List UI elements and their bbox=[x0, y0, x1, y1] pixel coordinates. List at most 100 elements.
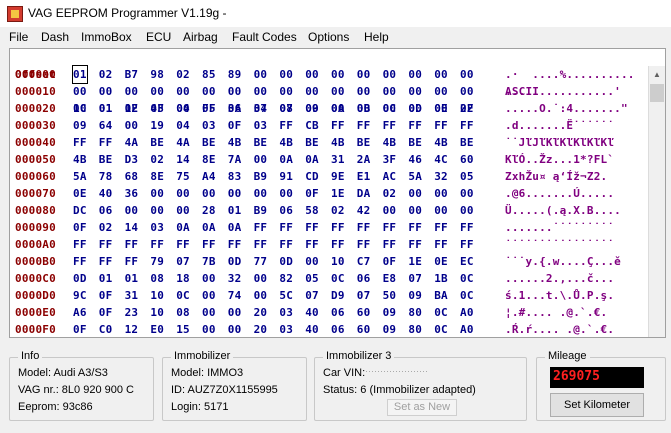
menu-immobox[interactable]: ImmoBox bbox=[81, 30, 132, 44]
hex-byte[interactable]: 28 bbox=[202, 202, 216, 219]
hex-byte[interactable]: 00 bbox=[460, 66, 474, 83]
hex-byte[interactable]: 1B bbox=[434, 270, 448, 287]
hex-byte[interactable]: 02 bbox=[99, 219, 113, 236]
hex-byte[interactable]: FF bbox=[279, 117, 293, 134]
hex-byte[interactable]: 80 bbox=[408, 304, 422, 321]
menu-fault-codes[interactable]: Fault Codes bbox=[232, 30, 297, 44]
hex-byte[interactable]: 03 bbox=[279, 304, 293, 321]
hex-byte[interactable]: 3A bbox=[228, 100, 242, 117]
hex-byte[interactable]: 00 bbox=[434, 100, 448, 117]
hex-byte[interactable]: 0C bbox=[434, 304, 448, 321]
hex-byte[interactable]: 00 bbox=[125, 117, 139, 134]
hex-byte[interactable]: 03 bbox=[202, 117, 216, 134]
hex-byte[interactable]: FF bbox=[73, 253, 87, 270]
hex-byte[interactable]: BA bbox=[434, 287, 448, 304]
hex-byte[interactable]: FF bbox=[99, 253, 113, 270]
hex-byte[interactable]: 4F bbox=[150, 100, 164, 117]
hex-byte[interactable]: 89 bbox=[228, 66, 242, 83]
hex-byte[interactable]: 5C bbox=[279, 287, 293, 304]
hex-byte[interactable]: 07 bbox=[176, 253, 190, 270]
hex-byte[interactable]: 19 bbox=[150, 117, 164, 134]
scroll-thumb[interactable] bbox=[650, 84, 664, 102]
hex-byte[interactable]: 00 bbox=[460, 202, 474, 219]
hex-byte[interactable]: 31 bbox=[125, 287, 139, 304]
hex-byte[interactable]: FF bbox=[331, 236, 345, 253]
row-ascii[interactable]: ................' bbox=[505, 83, 621, 100]
hex-byte[interactable]: A6 bbox=[73, 304, 87, 321]
hex-byte[interactable]: A4 bbox=[202, 168, 216, 185]
hex-byte[interactable]: 0F bbox=[383, 253, 397, 270]
hex-byte[interactable]: 2A bbox=[357, 151, 371, 168]
hex-byte[interactable]: 07 bbox=[408, 270, 422, 287]
hex-byte[interactable]: 8E bbox=[202, 151, 216, 168]
hex-byte[interactable]: 00 bbox=[331, 100, 345, 117]
hex-byte[interactable]: FF bbox=[434, 117, 448, 134]
hex-byte[interactable]: 4A bbox=[125, 134, 139, 151]
hex-byte[interactable]: 60 bbox=[357, 321, 371, 337]
hex-byte[interactable]: 0C bbox=[176, 287, 190, 304]
hex-byte[interactable]: 01 bbox=[99, 270, 113, 287]
hex-byte[interactable]: BE bbox=[202, 134, 216, 151]
hex-byte[interactable]: C0 bbox=[99, 321, 113, 337]
hex-byte[interactable]: FF bbox=[383, 219, 397, 236]
hex-byte[interactable]: 00 bbox=[125, 202, 139, 219]
hex-byte[interactable]: 00 bbox=[408, 83, 422, 100]
scroll-up-arrow-icon[interactable]: ▲ bbox=[649, 66, 665, 83]
hex-byte[interactable]: FF bbox=[254, 236, 268, 253]
hex-byte[interactable]: 00 bbox=[460, 185, 474, 202]
hex-byte[interactable]: FF bbox=[73, 134, 87, 151]
hex-byte[interactable]: 08 bbox=[176, 304, 190, 321]
hex-byte[interactable]: FF bbox=[99, 236, 113, 253]
hex-byte[interactable]: 00 bbox=[202, 185, 216, 202]
hex-byte[interactable]: 40 bbox=[305, 321, 319, 337]
hex-byte[interactable]: 02 bbox=[383, 185, 397, 202]
hex-byte[interactable]: FF bbox=[331, 219, 345, 236]
hex-byte[interactable]: 0A bbox=[305, 151, 319, 168]
hex-byte[interactable]: 0C bbox=[460, 270, 474, 287]
hex-byte[interactable]: 58 bbox=[305, 202, 319, 219]
hex-byte[interactable]: 00 bbox=[383, 83, 397, 100]
hex-byte[interactable]: 4B bbox=[73, 151, 87, 168]
hex-byte[interactable]: 1E bbox=[408, 253, 422, 270]
hex-byte[interactable]: 0F bbox=[305, 185, 319, 202]
row-ascii[interactable]: ˙˙JľJľKľKľKľKľKľ bbox=[505, 134, 614, 151]
hex-byte[interactable]: 00 bbox=[279, 83, 293, 100]
hex-byte[interactable]: 00 bbox=[383, 202, 397, 219]
hex-byte[interactable]: FF bbox=[305, 236, 319, 253]
hex-byte[interactable]: 4B bbox=[383, 134, 397, 151]
hex-byte[interactable]: 00 bbox=[254, 270, 268, 287]
hex-byte[interactable]: 02 bbox=[150, 151, 164, 168]
hex-byte[interactable]: 36 bbox=[125, 185, 139, 202]
hex-byte[interactable]: 68 bbox=[125, 168, 139, 185]
hex-byte[interactable]: 00 bbox=[176, 100, 190, 117]
hex-byte[interactable]: 0F bbox=[99, 287, 113, 304]
hex-byte[interactable]: BE bbox=[357, 134, 371, 151]
hex-byte[interactable]: D3 bbox=[125, 151, 139, 168]
hex-byte[interactable]: D9 bbox=[331, 287, 345, 304]
hex-byte[interactable]: 02 bbox=[99, 66, 113, 83]
row-ascii[interactable]: ZxhŽu¤ ą‘Íž¬Z2. bbox=[505, 168, 607, 185]
hex-byte[interactable]: 23 bbox=[125, 304, 139, 321]
row-ascii[interactable]: .· ....%.......... bbox=[505, 66, 635, 83]
hex-byte[interactable]: FF bbox=[383, 117, 397, 134]
hex-byte[interactable]: 4B bbox=[279, 134, 293, 151]
hex-byte[interactable]: FF bbox=[176, 236, 190, 253]
hex-byte[interactable]: 09 bbox=[383, 321, 397, 337]
hex-byte[interactable]: FF bbox=[408, 219, 422, 236]
hex-byte[interactable]: FF bbox=[279, 236, 293, 253]
hex-byte[interactable]: 07 bbox=[357, 287, 371, 304]
hex-byte[interactable]: E1 bbox=[357, 168, 371, 185]
hex-byte[interactable]: 0D bbox=[279, 253, 293, 270]
hex-byte[interactable]: 0A bbox=[176, 219, 190, 236]
hex-byte[interactable]: 46 bbox=[408, 151, 422, 168]
hex-byte[interactable]: 02 bbox=[176, 66, 190, 83]
hex-byte[interactable]: 06 bbox=[279, 202, 293, 219]
hex-byte[interactable]: 09 bbox=[408, 287, 422, 304]
hex-byte[interactable]: 08 bbox=[150, 270, 164, 287]
hex-byte[interactable]: 00 bbox=[254, 66, 268, 83]
hex-byte[interactable]: 06 bbox=[331, 321, 345, 337]
hex-byte[interactable]: 03 bbox=[279, 321, 293, 337]
set-as-new-button[interactable]: Set as New bbox=[387, 399, 457, 416]
hex-byte[interactable]: CD bbox=[305, 168, 319, 185]
hex-byte[interactable]: FF bbox=[434, 236, 448, 253]
